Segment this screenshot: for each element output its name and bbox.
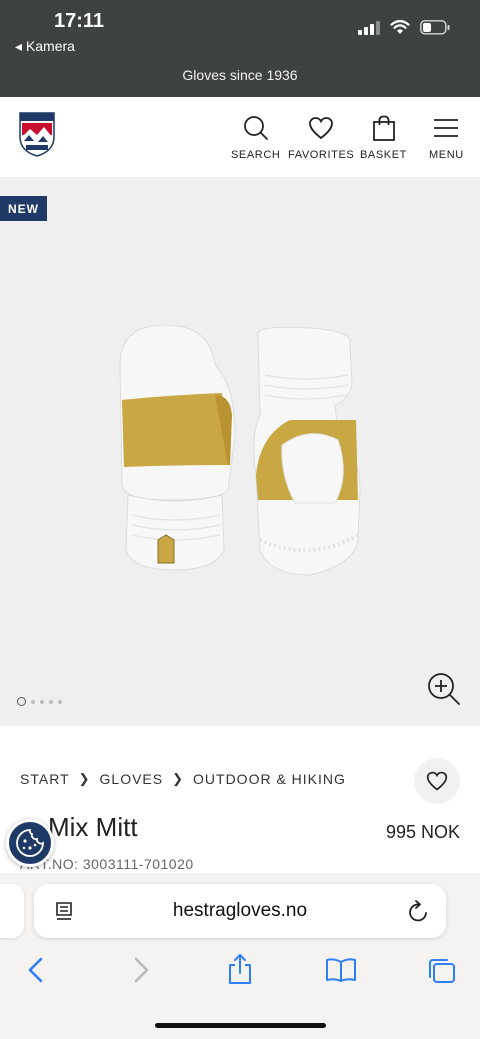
zoom-button[interactable] — [427, 672, 461, 711]
tagline-banner: Gloves since 1936 — [182, 67, 298, 83]
status-time: 17:11 — [54, 10, 105, 32]
chevron-right-icon: ❯ — [172, 771, 185, 786]
nav-basket-label: BASKET — [360, 149, 408, 161]
address-bar[interactable]: hestragloves.no — [34, 884, 446, 938]
forward-icon[interactable] — [131, 957, 151, 983]
nav-search-label: SEARCH — [231, 149, 281, 161]
nav-menu[interactable]: MENU — [429, 115, 464, 161]
product-price: 995 NOK — [385, 822, 460, 842]
back-to-app-link[interactable]: ◂ Kamera — [15, 38, 75, 55]
carousel-dot[interactable] — [58, 699, 62, 704]
share-icon[interactable] — [227, 953, 253, 985]
battery-icon — [420, 20, 450, 35]
nav-menu-label: MENU — [429, 149, 464, 161]
tabs-icon[interactable] — [427, 957, 457, 985]
cookie-settings-button[interactable] — [6, 819, 54, 867]
carousel-dot[interactable] — [17, 697, 26, 706]
shopping-bag-icon — [372, 115, 395, 141]
new-badge: NEW — [0, 196, 47, 221]
site-header: SEARCH FAVORITES BASKET MENU — [0, 97, 480, 177]
back-icon[interactable] — [26, 957, 46, 983]
reload-icon[interactable] — [408, 899, 430, 923]
browser-toolbar: hestragloves.no — [0, 873, 480, 1039]
breadcrumb-item-gloves[interactable]: GLOVES — [100, 771, 164, 787]
hestra-logo[interactable] — [18, 111, 56, 162]
heart-icon — [309, 117, 334, 140]
url-text: hestragloves.no — [172, 900, 308, 921]
carousel-dot[interactable] — [49, 699, 53, 704]
previous-tab-preview[interactable] — [0, 884, 24, 938]
hestra-shield-logo-icon — [19, 112, 55, 157]
cellular-signal-icon — [358, 20, 380, 35]
product-title: Mix Mitt — [48, 812, 138, 842]
carousel-dot[interactable] — [31, 699, 35, 704]
carousel-dots[interactable] — [17, 697, 62, 706]
bookmarks-icon[interactable] — [325, 957, 357, 983]
nav-favorites-label: FAVORITES — [288, 149, 355, 161]
breadcrumb: START ❯ GLOVES ❯ OUTDOOR & HIKING — [20, 771, 346, 787]
nav-basket[interactable]: BASKET — [360, 115, 407, 161]
carousel-dot[interactable] — [40, 699, 44, 704]
product-image[interactable] — [110, 324, 370, 600]
breadcrumb-item-start[interactable]: START — [20, 771, 70, 787]
nav-search[interactable]: SEARCH — [231, 115, 280, 161]
nav-favorites[interactable]: FAVORITES — [288, 115, 354, 161]
add-to-favorites-button[interactable] — [414, 758, 460, 804]
hamburger-menu-icon — [434, 119, 459, 137]
zoom-in-icon — [428, 673, 460, 705]
heart-icon — [426, 771, 448, 791]
system-icons — [358, 20, 450, 35]
mitten-pair-image — [119, 324, 361, 576]
search-icon — [243, 116, 268, 140]
cookie-icon — [16, 829, 44, 857]
breadcrumb-item-outdoor-hiking[interactable]: OUTDOOR & HIKING — [193, 771, 346, 787]
wifi-icon — [390, 20, 410, 34]
chevron-right-icon: ❯ — [78, 771, 91, 786]
status-bar: 17:11 ◂ Kamera Gloves since 1936 — [0, 0, 480, 97]
product-image-carousel[interactable]: NEW — [0, 177, 480, 726]
home-indicator[interactable] — [155, 1023, 326, 1028]
